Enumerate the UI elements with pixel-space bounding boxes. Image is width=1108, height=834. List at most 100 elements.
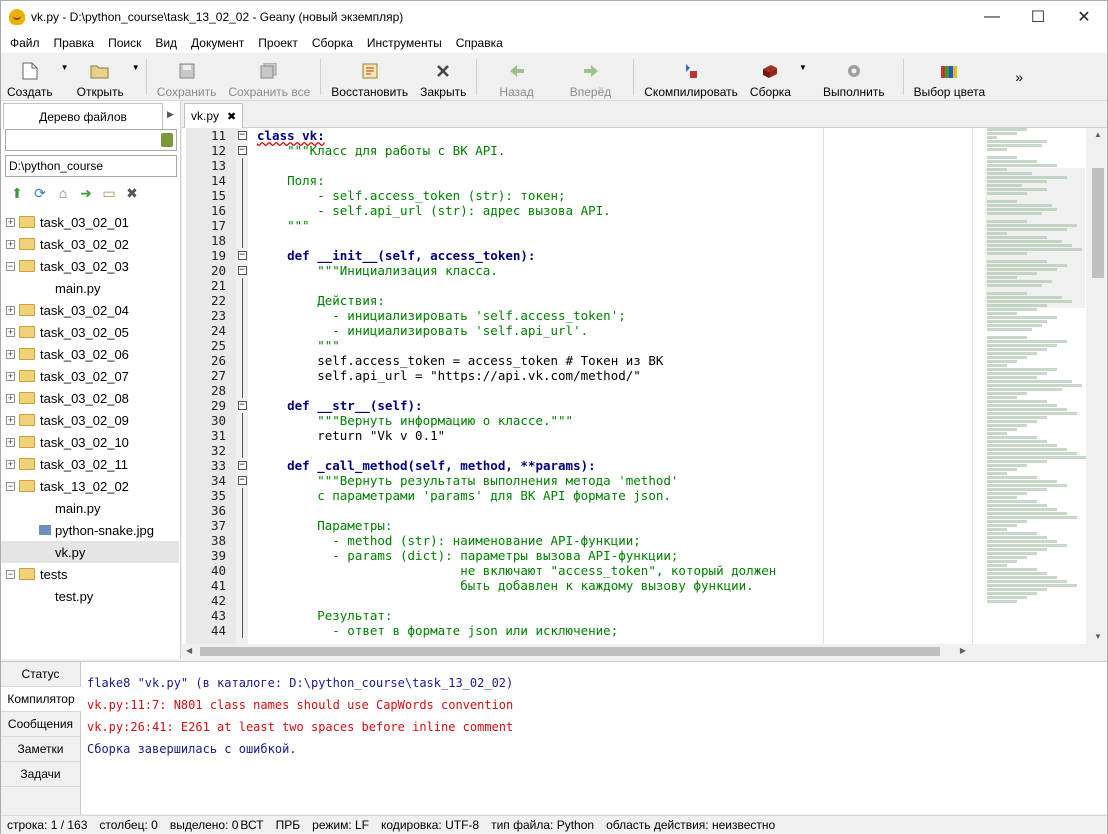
tree-item[interactable]: − task_13_02_02 — [1, 475, 179, 497]
expand-icon[interactable]: + — [6, 415, 15, 425]
open-folder-icon[interactable]: ▭ — [101, 185, 117, 201]
home-icon[interactable]: ⌂ — [55, 185, 71, 201]
menu-build[interactable]: Сборка — [305, 36, 360, 50]
tree-item[interactable]: − task_03_02_03 — [1, 255, 179, 277]
tree-item[interactable]: + task_03_02_11 — [1, 453, 179, 475]
line-number: 33 — [210, 458, 226, 473]
create-button[interactable]: Создать — [1, 55, 59, 99]
tree-item[interactable]: + task_03_02_07 — [1, 365, 179, 387]
tree-filter-input[interactable] — [5, 129, 177, 151]
hscroll-thumb[interactable] — [200, 647, 940, 656]
minimap[interactable] — [972, 128, 1086, 644]
clear-filter-icon[interactable] — [161, 133, 173, 147]
line-number: 12 — [210, 143, 226, 158]
save-all-button[interactable]: Сохранить все — [222, 55, 316, 99]
build-dropdown-icon[interactable]: ▼ — [797, 55, 809, 99]
close-tab-icon[interactable]: ✖ — [227, 110, 236, 123]
go-up-icon[interactable]: ⬆ — [9, 185, 25, 201]
minimap-line — [987, 436, 1037, 439]
menu-help[interactable]: Справка — [449, 36, 510, 50]
open-button[interactable]: Открыть — [71, 55, 130, 99]
toolbar-overflow-button[interactable]: » — [1009, 55, 1029, 99]
tree-item[interactable]: − tests — [1, 563, 179, 585]
menu-edit[interactable]: Правка — [47, 36, 102, 50]
fold-toggle-icon[interactable]: − — [236, 146, 248, 155]
editor-vscrollbar[interactable]: ▲ ▼ — [1089, 128, 1107, 659]
tree-item[interactable]: + task_03_02_04 — [1, 299, 179, 321]
code-text: """ — [257, 218, 310, 233]
current-file-dir-icon[interactable]: ➜ — [78, 185, 94, 201]
refresh-icon[interactable]: ⟳ — [32, 185, 48, 201]
menu-search[interactable]: Поиск — [101, 36, 148, 50]
tab-vk-py[interactable]: vk.py ✖ — [184, 103, 244, 128]
tree-item[interactable]: + task_03_02_08 — [1, 387, 179, 409]
code-editor[interactable]: 11− class vk: 12− """Класс для работы с ВК… — [182, 128, 972, 644]
tree-item[interactable]: test.py — [1, 585, 179, 607]
editor-hscrollbar[interactable]: ◀ ▶ — [182, 644, 972, 659]
tree-item[interactable]: + task_03_02_05 — [1, 321, 179, 343]
expand-icon[interactable]: + — [6, 239, 15, 249]
fold-toggle-icon[interactable]: − — [236, 476, 248, 485]
compiler-message[interactable]: flake8 "vk.py" (в каталоге: D:\python_co… — [87, 672, 513, 694]
minimap-line — [987, 144, 1042, 147]
vscroll-thumb[interactable] — [1092, 168, 1104, 278]
menu-project[interactable]: Проект — [251, 36, 305, 50]
revert-button[interactable]: Восстановить — [325, 55, 414, 99]
expand-icon[interactable]: + — [6, 371, 15, 381]
compiler-message[interactable]: vk.py:26:41: E261 at least two spaces be… — [87, 716, 513, 738]
tree-item[interactable]: + task_03_02_06 — [1, 343, 179, 365]
fold-toggle-icon[interactable]: − — [236, 401, 248, 410]
fold-toggle-icon[interactable]: − — [236, 266, 248, 275]
minimize-button[interactable]: — — [969, 1, 1015, 32]
build-button[interactable]: Сборка — [744, 55, 797, 99]
clear-icon[interactable]: ✖ — [124, 185, 140, 201]
expand-icon[interactable]: + — [6, 393, 15, 403]
expand-icon[interactable]: + — [6, 305, 15, 315]
expand-icon[interactable]: + — [6, 327, 15, 337]
open-dropdown-icon[interactable]: ▼ — [130, 55, 142, 99]
menu-tools[interactable]: Инструменты — [360, 36, 449, 50]
close-file-button[interactable]: Закрыть — [414, 55, 472, 99]
tree-path-field[interactable]: D:\python_course — [5, 155, 177, 177]
message-tab[interactable]: Заметки — [1, 737, 80, 762]
tree-item[interactable]: + task_03_02_02 — [1, 233, 179, 255]
back-button[interactable]: Назад — [481, 55, 551, 99]
menu-file[interactable]: Файл — [3, 36, 47, 50]
maximize-button[interactable]: ☐ — [1015, 1, 1061, 32]
create-dropdown-icon[interactable]: ▼ — [59, 55, 71, 99]
fold-toggle-icon[interactable]: − — [236, 251, 248, 260]
close-window-button[interactable]: ✕ — [1061, 1, 1107, 32]
save-button[interactable]: Сохранить — [151, 55, 223, 99]
expand-icon[interactable]: + — [6, 217, 15, 227]
compiler-message[interactable]: vk.py:11:7: N801 class names should use … — [87, 694, 513, 716]
fold-toggle-icon[interactable]: − — [236, 131, 248, 140]
menu-document[interactable]: Документ — [184, 36, 251, 50]
tree-item[interactable]: main.py — [1, 497, 179, 519]
menu-view[interactable]: Вид — [148, 36, 184, 50]
collapse-icon[interactable]: − — [6, 569, 15, 579]
collapse-icon[interactable]: − — [6, 261, 15, 271]
tree-item[interactable]: vk.py — [1, 541, 179, 563]
message-tab[interactable]: Задачи — [1, 762, 80, 787]
expand-icon[interactable]: + — [6, 349, 15, 359]
expand-icon[interactable]: + — [6, 437, 15, 447]
run-button[interactable]: Выполнить — [809, 55, 899, 99]
collapse-icon[interactable]: − — [6, 481, 15, 491]
tabs-arrow-icon[interactable]: ▶ — [167, 109, 174, 120]
message-tab[interactable]: Статус — [1, 662, 80, 687]
compiler-output[interactable]: flake8 "vk.py" (в каталоге: D:\python_co… — [87, 672, 513, 760]
tab-file-tree[interactable]: Дерево файлов — [3, 103, 163, 129]
tree-item[interactable]: + task_03_02_01 — [1, 211, 179, 233]
fold-toggle-icon[interactable]: − — [236, 461, 248, 470]
expand-icon[interactable]: + — [6, 459, 15, 469]
message-tab[interactable]: Компилятор — [1, 687, 81, 712]
message-tab[interactable]: Сообщения — [1, 712, 80, 737]
color-chooser-button[interactable]: Выбор цвета — [908, 55, 992, 99]
compiler-message[interactable]: Сборка завершилась с ошибкой. — [87, 738, 513, 760]
tree-item[interactable]: main.py — [1, 277, 179, 299]
tree-item[interactable]: + task_03_02_09 — [1, 409, 179, 431]
forward-button[interactable]: Вперёд — [552, 55, 630, 99]
tree-item[interactable]: + task_03_02_10 — [1, 431, 179, 453]
compile-button[interactable]: Скомпилировать — [638, 55, 744, 99]
tree-item[interactable]: python-snake.jpg — [1, 519, 179, 541]
